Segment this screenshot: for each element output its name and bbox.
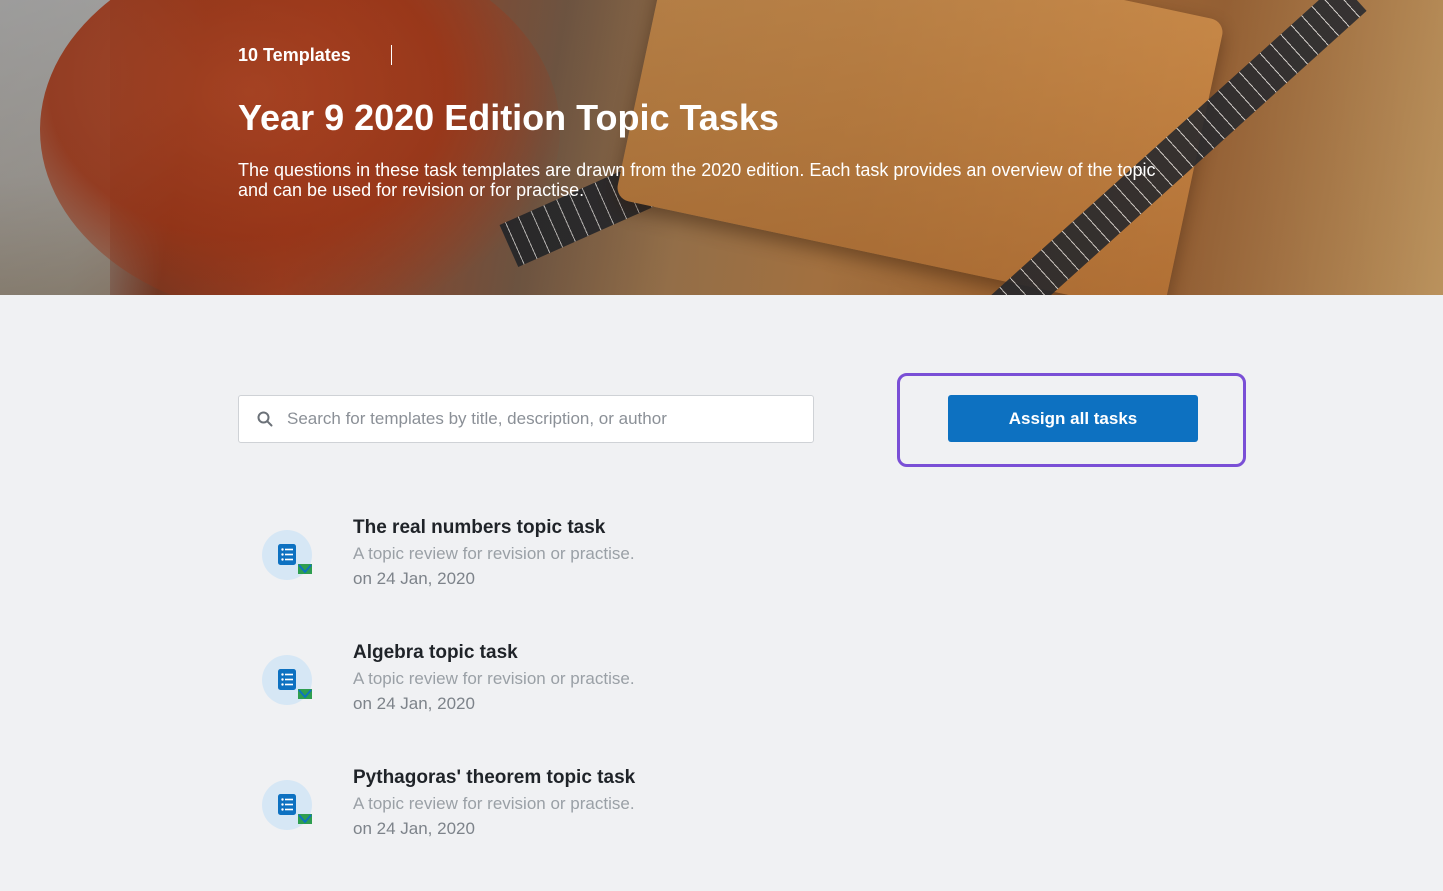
assign-all-tasks-button[interactable]: Assign all tasks <box>948 395 1198 442</box>
page-description: The questions in these task templates ar… <box>238 160 1156 200</box>
template-description: A topic review for revision or practise. <box>353 669 635 688</box>
hero-content: 10 Templates Year 9 2020 Edition Topic T… <box>238 44 1198 201</box>
search-icon <box>257 411 273 427</box>
template-description: A topic review for revision or practise. <box>353 544 635 563</box>
count-divider <box>390 45 392 65</box>
template-count: 10 Templates <box>238 44 351 65</box>
template-title[interactable]: Algebra topic task <box>353 641 635 665</box>
hero-banner: 10 Templates Year 9 2020 Edition Topic T… <box>0 0 1443 295</box>
template-count-row: 10 Templates <box>238 44 1198 66</box>
search-input[interactable] <box>285 408 789 430</box>
template-title[interactable]: Pythagoras' theorem topic task <box>353 766 635 790</box>
template-date: on 24 Jan, 2020 <box>353 819 475 838</box>
template-item[interactable]: Pythagoras' theorem topic task A topic r… <box>262 766 962 891</box>
task-template-icon <box>262 780 312 830</box>
template-date: on 24 Jan, 2020 <box>353 694 475 713</box>
template-item[interactable]: The real numbers topic task A topic revi… <box>262 516 962 641</box>
page-title: Year 9 2020 Edition Topic Tasks <box>238 97 779 138</box>
template-text: The real numbers topic task A topic revi… <box>353 516 635 590</box>
task-template-icon <box>262 655 312 705</box>
template-title[interactable]: The real numbers topic task <box>353 516 635 540</box>
template-date: on 24 Jan, 2020 <box>353 569 475 588</box>
template-item[interactable]: Algebra topic task A topic review for re… <box>262 641 962 766</box>
template-list: The real numbers topic task A topic revi… <box>262 516 962 891</box>
template-text: Pythagoras' theorem topic task A topic r… <box>353 766 635 840</box>
task-template-icon <box>262 530 312 580</box>
template-text: Algebra topic task A topic review for re… <box>353 641 635 715</box>
template-description: A topic review for revision or practise. <box>353 794 635 813</box>
search-box[interactable] <box>238 395 814 443</box>
